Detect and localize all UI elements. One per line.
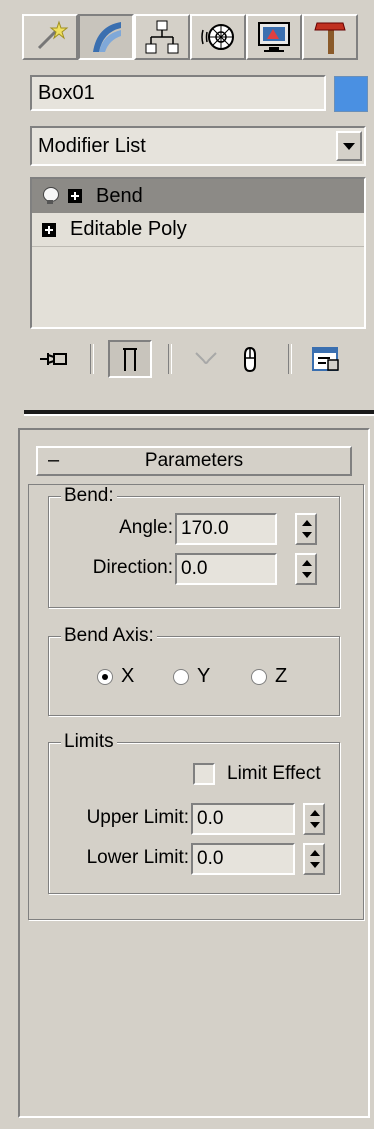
make-unique-button[interactable] <box>184 340 228 378</box>
panel-divider <box>24 410 374 416</box>
show-end-result-icon <box>123 348 137 371</box>
stack-item-label: Editable Poly <box>70 218 187 240</box>
stack-item-bend[interactable]: Bend <box>32 179 364 213</box>
show-end-result-button[interactable] <box>108 340 152 378</box>
configure-modifier-sets-icon <box>312 347 339 371</box>
chevron-down-icon[interactable] <box>336 131 362 161</box>
pin-stack-icon <box>40 353 67 365</box>
rollout-title: Parameters <box>144 450 244 471</box>
tab-modify[interactable] <box>78 14 134 60</box>
stack-item-editable-poly[interactable]: Editable Poly <box>32 213 364 247</box>
tab-hierarchy[interactable] <box>134 14 190 60</box>
pin-stack-button[interactable] <box>34 340 74 378</box>
hierarchy-icon <box>145 20 179 54</box>
remove-modifier-icon <box>244 346 256 373</box>
tab-create[interactable] <box>22 14 78 60</box>
modifier-list-label: Modifier List <box>38 135 146 157</box>
configure-modifier-sets-button[interactable] <box>306 340 346 378</box>
toolbar-separator <box>288 344 292 374</box>
modifier-list-dropdown[interactable]: Modifier List <box>30 126 366 166</box>
display-monitor-icon <box>258 22 290 52</box>
tab-display[interactable] <box>246 14 302 60</box>
rollout-area: – Parameters Bend: Angle: 170.0 Directio… <box>18 428 370 1118</box>
modifier-stack: Bend Editable Poly <box>30 177 366 329</box>
remove-modifier-button[interactable] <box>230 340 270 378</box>
tab-utilities[interactable] <box>302 14 358 60</box>
panel-right-edge <box>374 0 382 1129</box>
stack-item-label: Bend <box>96 184 143 207</box>
object-color-swatch[interactable] <box>334 76 368 112</box>
modify-curve-icon <box>93 22 121 52</box>
expand-plus-icon[interactable] <box>68 189 82 203</box>
make-unique-icon <box>195 352 217 364</box>
object-name-field[interactable]: Box01 <box>30 75 326 111</box>
hammer-icon <box>314 22 346 54</box>
parameters-rollout-header[interactable]: – Parameters <box>36 446 352 476</box>
tab-motion[interactable] <box>190 14 246 60</box>
expand-plus-icon[interactable] <box>42 222 56 237</box>
command-panel-top: Box01 Modifier List Bend Editable Poly <box>0 0 382 405</box>
parameters-rollout-body <box>28 484 364 920</box>
toolbar-separator <box>90 344 94 374</box>
modifier-stack-toolbar <box>34 340 368 380</box>
toolbar-separator <box>168 344 172 374</box>
wand-icon <box>37 20 69 50</box>
lightbulb-icon[interactable] <box>42 187 59 205</box>
command-panel-tabs <box>22 14 358 60</box>
motion-wheel-icon <box>201 24 234 50</box>
